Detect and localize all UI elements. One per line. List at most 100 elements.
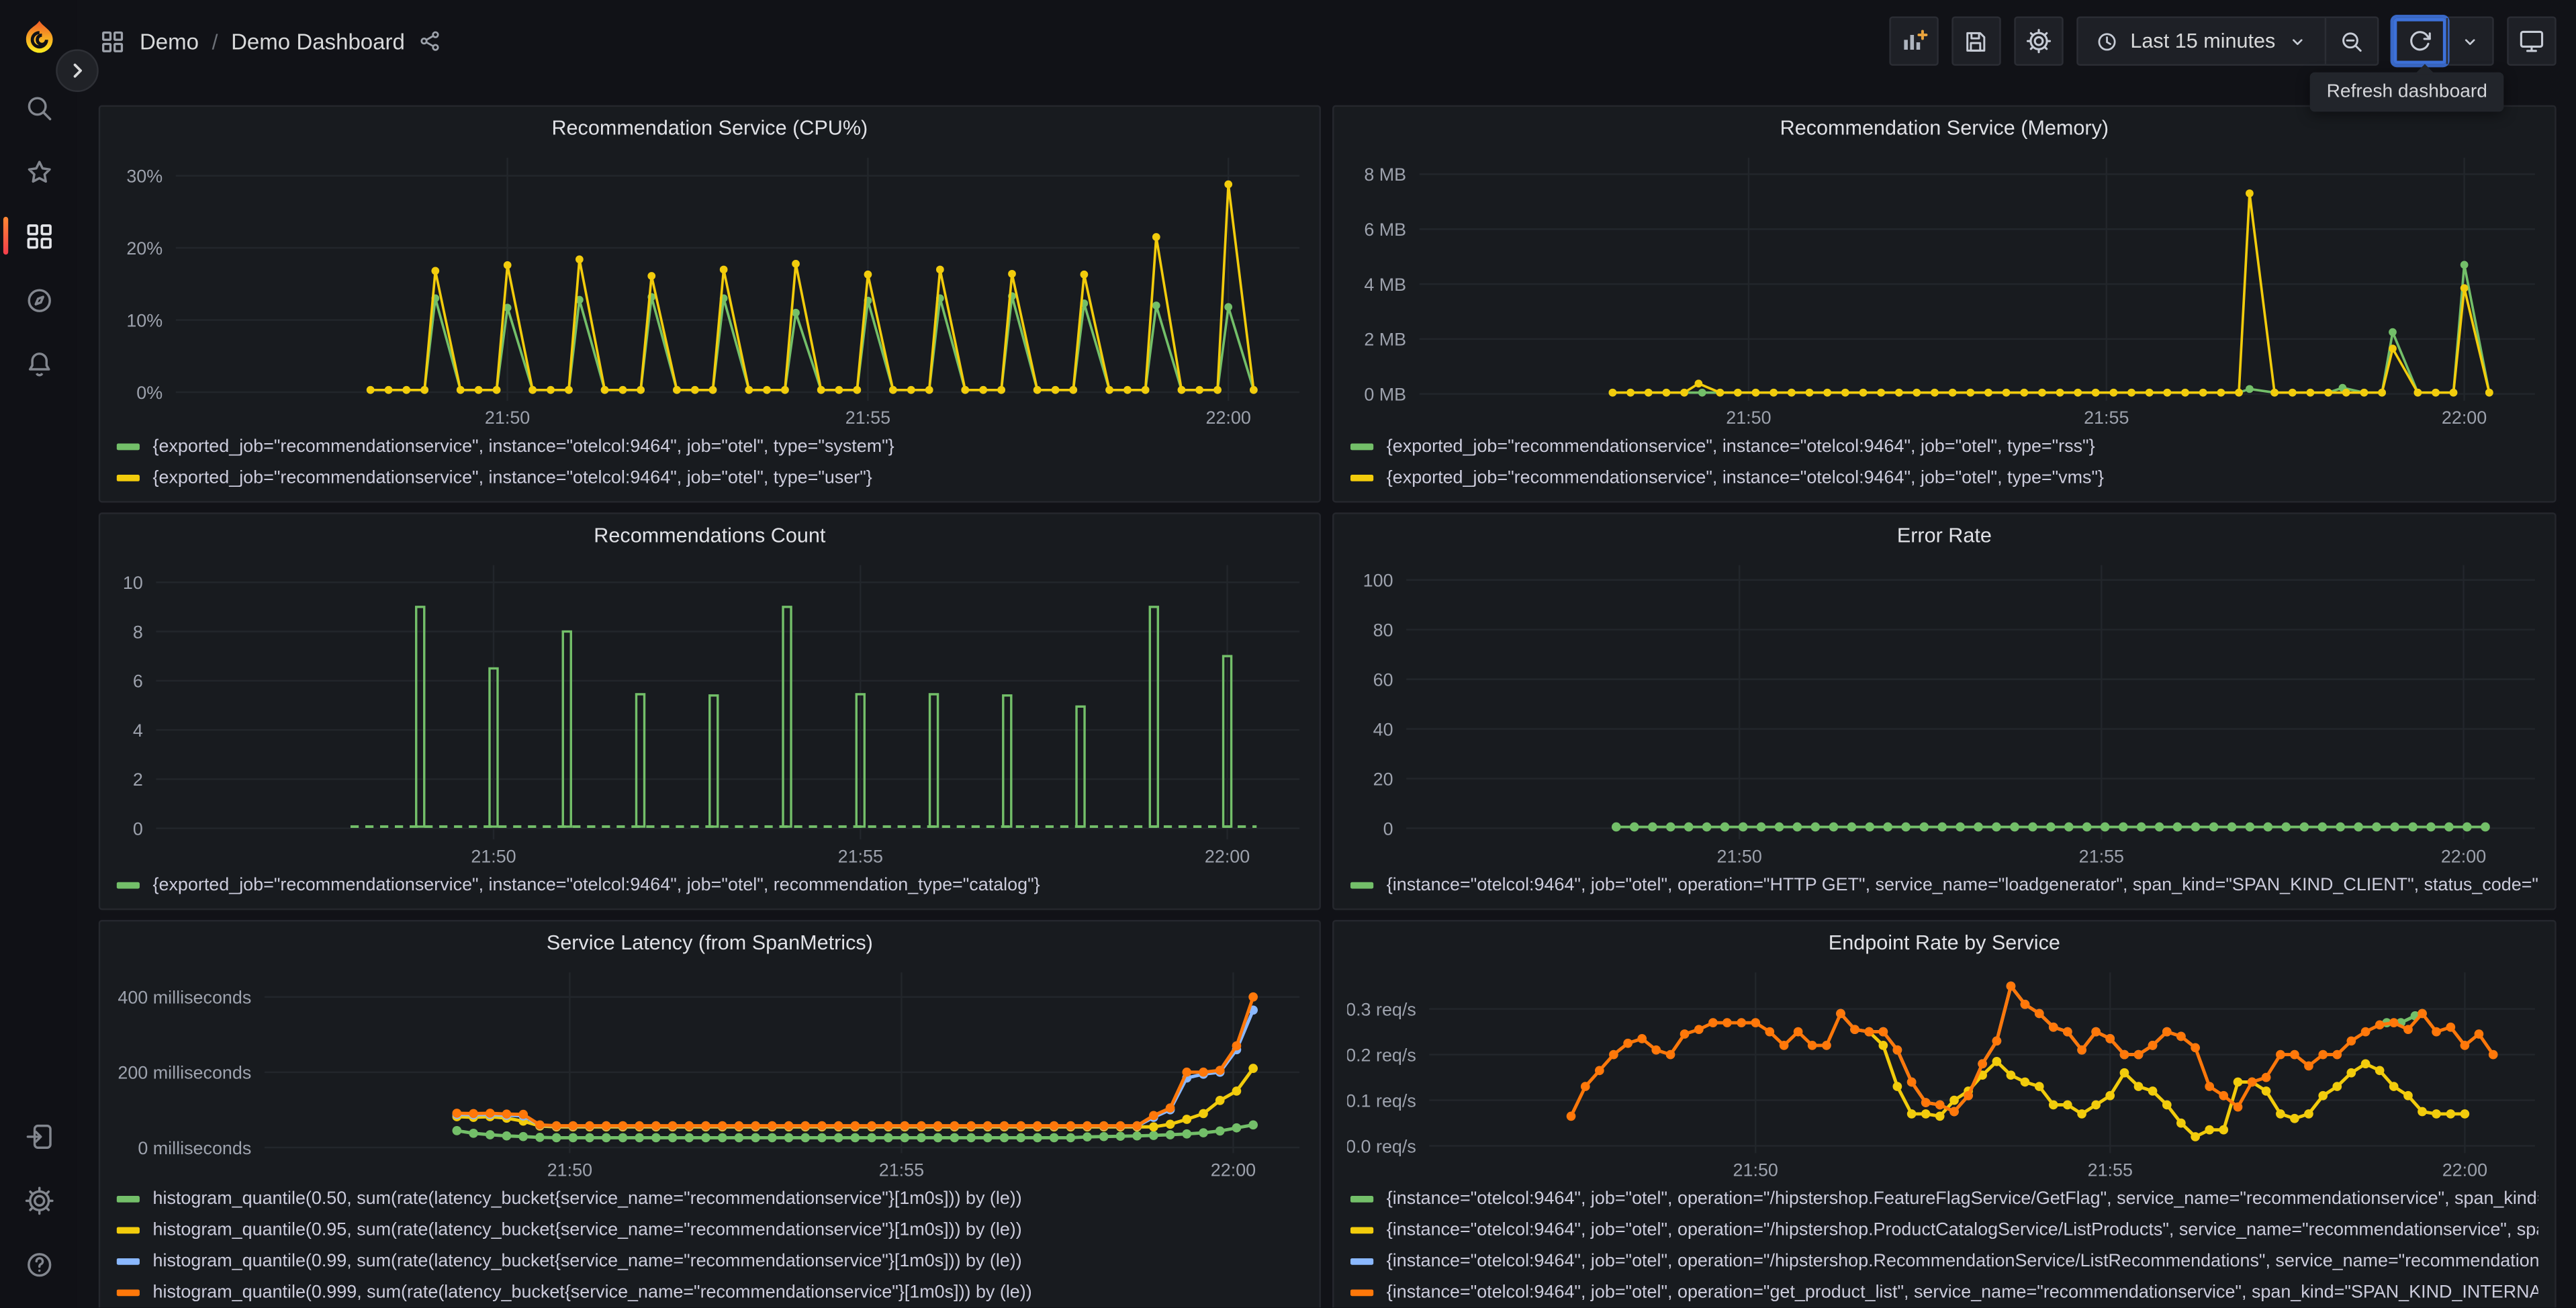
- svg-text:400 milliseconds: 400 milliseconds: [118, 988, 251, 1008]
- svg-text:21:50: 21:50: [1717, 846, 1762, 866]
- legend-item[interactable]: histogram_quantile(0.50, sum(rate(latenc…: [116, 1182, 1303, 1213]
- zoom-out-time-button[interactable]: [2324, 17, 2377, 64]
- sidebar-item-alerting[interactable]: [0, 332, 77, 395]
- legend-item[interactable]: {exported_job="recommendationservice", i…: [1350, 461, 2538, 492]
- sidebar-item-server-admin[interactable]: [0, 1168, 77, 1231]
- panel-title[interactable]: Endpoint Rate by Service: [1334, 921, 2555, 964]
- svg-text:22:00: 22:00: [2442, 1160, 2487, 1180]
- add-panel-button[interactable]: [1888, 16, 1939, 66]
- sidebar-bottom-group: [0, 1104, 77, 1296]
- legend-item[interactable]: {instance="otelcol:9464", job="otel", op…: [1350, 1245, 2538, 1276]
- svg-text:21:55: 21:55: [838, 846, 883, 866]
- svg-text:20%: 20%: [126, 238, 163, 259]
- expand-sidebar-button[interactable]: [56, 49, 99, 92]
- legend-label: {exported_job="recommendationservice", i…: [152, 436, 894, 456]
- chevron-down-icon: [2293, 38, 2303, 44]
- svg-text:10: 10: [123, 573, 143, 593]
- svg-text:8: 8: [133, 622, 143, 642]
- time-range-label: Last 15 minutes: [2130, 30, 2276, 53]
- legend-item[interactable]: histogram_quantile(0.95, sum(rate(latenc…: [116, 1214, 1303, 1245]
- panel-title[interactable]: Recommendation Service (CPU%): [100, 107, 1319, 150]
- svg-text:21:50: 21:50: [1733, 1160, 1778, 1180]
- save-dashboard-button[interactable]: [1951, 16, 2001, 66]
- refresh-interval-dropdown[interactable]: [2446, 17, 2493, 64]
- chart-svg: 0 milliseconds 200 milliseconds 400 millis…: [118, 972, 1300, 1180]
- legend-item[interactable]: {instance="otelcol:9464", job="otel", op…: [1350, 1214, 2538, 1245]
- svg-text:2 MB: 2 MB: [1364, 330, 1406, 350]
- svg-text:21:55: 21:55: [2088, 1160, 2133, 1180]
- grafana-logo[interactable]: [18, 18, 61, 61]
- sidebar-item-help[interactable]: [0, 1232, 77, 1296]
- legend-item[interactable]: {instance="otelcol:9464", job="otel", op…: [1350, 1182, 2538, 1213]
- chart-svg: 0 MB 2 MB 4 MB 6 MB 8 MB 21:50 21:55 22:00: [1364, 157, 2535, 428]
- clock-icon: [2097, 32, 2115, 50]
- legend-swatch: [1350, 1257, 1374, 1264]
- legend-label: {exported_job="recommendationservice", i…: [152, 467, 872, 487]
- panel-title[interactable]: Error Rate: [1334, 514, 2555, 557]
- breadcrumb-dashboard-title[interactable]: Demo Dashboard: [231, 29, 405, 54]
- legend-item[interactable]: histogram_quantile(0.99, sum(rate(latenc…: [116, 1245, 1303, 1276]
- refresh-dashboard-button[interactable]: [2393, 18, 2446, 64]
- svg-text:21:55: 21:55: [2079, 846, 2124, 866]
- time-picker-group: Last 15 minutes: [2076, 16, 2379, 66]
- svg-text:0: 0: [133, 819, 143, 839]
- legend-label: histogram_quantile(0.50, sum(rate(latenc…: [152, 1188, 1022, 1209]
- svg-text:2: 2: [133, 769, 143, 790]
- panel-title[interactable]: Recommendation Service (Memory): [1334, 107, 2555, 150]
- panel-recommendations-count: Recommendations Count 0 2 4 6 8 10 21:50 21:55 2…: [98, 512, 1321, 910]
- legend-label: {exported_job="recommendationservice", i…: [1386, 467, 2105, 487]
- panel-title[interactable]: Recommendations Count: [100, 514, 1319, 557]
- legend: {instance="otelcol:9464", job="otel", op…: [1334, 1182, 2555, 1307]
- legend-item[interactable]: {exported_job="recommendationservice", i…: [116, 869, 1303, 900]
- svg-text:200 milliseconds: 200 milliseconds: [118, 1063, 251, 1083]
- sidebar-item-dashboards[interactable]: [0, 203, 77, 267]
- chart: 0 MB 2 MB 4 MB 6 MB 8 MB 21:50 21:55 22:00: [1347, 150, 2542, 430]
- sidebar-item-starred[interactable]: [0, 140, 77, 203]
- svg-text:22:00: 22:00: [2441, 846, 2486, 866]
- svg-text:0.3 req/s: 0.3 req/s: [1347, 999, 1416, 1019]
- svg-text:22:00: 22:00: [2442, 408, 2487, 428]
- legend-label: {instance="otelcol:9464", job="otel", op…: [1386, 874, 2538, 895]
- kiosk-mode-button[interactable]: [2507, 16, 2557, 66]
- chart: 0% 10% 20% 30% 21:50 21:55 22:00: [113, 150, 1306, 430]
- dashboard-grid: Recommendation Service (CPU%) 0% 10% 20% 30…: [98, 105, 2557, 1308]
- svg-text:0.1 req/s: 0.1 req/s: [1347, 1090, 1416, 1111]
- legend-item[interactable]: {instance="otelcol:9464", job="otel", op…: [1350, 1276, 2538, 1307]
- svg-text:0 MB: 0 MB: [1364, 384, 1406, 404]
- time-range-picker[interactable]: Last 15 minutes: [2078, 18, 2325, 64]
- svg-text:30%: 30%: [126, 167, 163, 187]
- legend-item[interactable]: {instance="otelcol:9464", job="otel", op…: [1350, 869, 2538, 900]
- dashboard-settings-button[interactable]: [2013, 16, 2064, 66]
- legend-item[interactable]: {exported_job="recommendationservice", i…: [1350, 430, 2538, 461]
- legend-item[interactable]: histogram_quantile(0.999, sum(rate(laten…: [116, 1276, 1303, 1307]
- legend-swatch: [1350, 473, 1374, 481]
- svg-text:21:55: 21:55: [2084, 408, 2129, 428]
- sidebar-item-explore[interactable]: [0, 268, 77, 332]
- top-navbar: Demo / Demo Dashboard Last 15 minutes Re…: [77, 0, 2576, 112]
- share-icon[interactable]: [418, 28, 445, 54]
- legend-item[interactable]: {exported_job="recommendationservice", i…: [116, 430, 1303, 461]
- panel-endpoint-rate: Endpoint Rate by Service 0.0 req/s 0.1 re…: [1332, 920, 2557, 1308]
- svg-text:21:50: 21:50: [471, 846, 516, 866]
- sidebar: [0, 0, 99, 1308]
- sidebar-top-group: [0, 76, 77, 396]
- refresh-group: [2392, 16, 2494, 66]
- sidebar-item-sign-in[interactable]: [0, 1104, 77, 1168]
- svg-text:100: 100: [1363, 571, 1393, 591]
- legend-swatch: [116, 442, 140, 450]
- breadcrumb-folder[interactable]: Demo: [140, 29, 199, 54]
- panel-title[interactable]: Service Latency (from SpanMetrics): [100, 921, 1319, 964]
- legend-label: histogram_quantile(0.95, sum(rate(latenc…: [152, 1219, 1022, 1240]
- chart-svg: 0 2 4 6 8 10 21:50 21:55 22:00: [123, 565, 1300, 866]
- dashboards-grid-icon: [102, 30, 124, 52]
- svg-text:10%: 10%: [126, 310, 163, 330]
- legend-swatch: [1350, 881, 1374, 888]
- legend-label: histogram_quantile(0.999, sum(rate(laten…: [152, 1282, 1032, 1302]
- svg-text:21:55: 21:55: [879, 1160, 924, 1180]
- svg-text:21:50: 21:50: [485, 408, 530, 428]
- legend-item[interactable]: {exported_job="recommendationservice", i…: [116, 461, 1303, 492]
- svg-text:0%: 0%: [136, 383, 163, 403]
- grafana-app: Demo / Demo Dashboard Last 15 minutes Re…: [0, 0, 2576, 1308]
- svg-text:40: 40: [1373, 719, 1393, 739]
- chart-svg: 0% 10% 20% 30% 21:50 21:55 22:00: [126, 157, 1300, 428]
